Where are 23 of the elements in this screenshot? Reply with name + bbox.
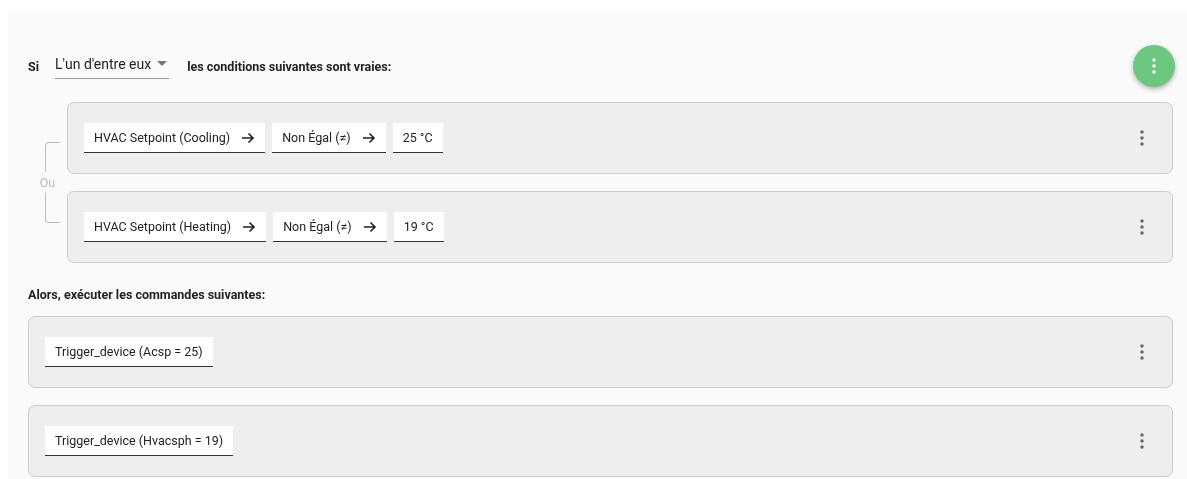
actions-heading: Alors, exécuter les commandes suivantes: (28, 287, 267, 302)
condition-field[interactable]: HVAC Setpoint (Cooling) (84, 123, 266, 153)
command-field[interactable]: Trigger_device (Acsp = 25) (45, 337, 213, 367)
arrow-icon (363, 220, 377, 233)
arrow-icon (362, 131, 376, 144)
more-icon (1152, 58, 1156, 74)
condition-field[interactable]: Non Égal (≠) (272, 123, 386, 153)
more-icon (1140, 130, 1144, 146)
conditions-label: les conditions suivantes sont vraies: (187, 58, 392, 74)
or-connector-label: Ou (39, 172, 56, 193)
more-icon (1140, 433, 1144, 449)
condition-field[interactable]: 19 °C (393, 212, 444, 242)
arrow-icon (243, 220, 257, 233)
caret-icon (157, 61, 168, 66)
if-label: Si (28, 58, 39, 74)
condition-field[interactable]: 25 °C (392, 123, 443, 153)
more-icon (1140, 219, 1144, 235)
arrow-icon (242, 131, 256, 144)
match-mode-dropdown[interactable]: L'un d'entre eux (55, 53, 170, 79)
condition-field[interactable]: Non Égal (≠) (273, 212, 387, 242)
condition-field[interactable]: HVAC Setpoint (Heating) (84, 212, 267, 242)
more-icon (1140, 344, 1144, 360)
command-field[interactable]: Trigger_device (Hvacsph = 19) (45, 426, 234, 456)
